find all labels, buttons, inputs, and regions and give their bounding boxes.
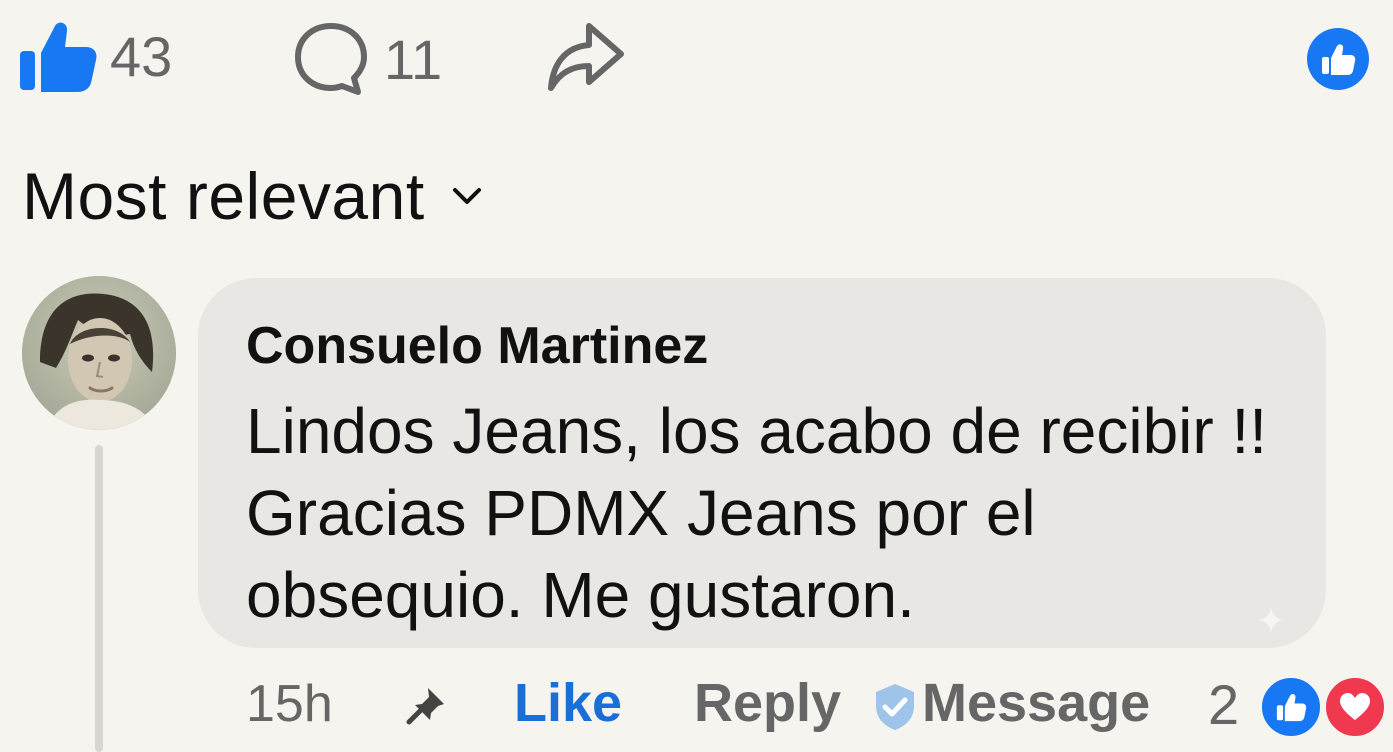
reaction-count[interactable]: 2 [1208, 672, 1239, 737]
comment-count: 11 [384, 27, 443, 91]
post-comment-button[interactable]: 11 [290, 18, 442, 100]
verified-shield-icon [872, 682, 918, 737]
like-count: 43 [110, 24, 173, 88]
comment-text: Lindos Jeans, los acabo de recibir !! Gr… [246, 395, 1268, 631]
comment-author[interactable]: Consuelo Martinez [246, 316, 708, 376]
comment-bubble[interactable]: Consuelo Martinez Lindos Jeans, los acab… [198, 278, 1326, 648]
like-reaction-badge-icon[interactable] [1307, 28, 1369, 90]
comment-bubble-icon [290, 18, 372, 100]
chevron-down-icon [451, 186, 483, 211]
pin-icon [404, 684, 452, 731]
post-share-button[interactable] [545, 20, 627, 94]
comment-like-button[interactable]: Like [514, 672, 622, 734]
sparkle-icon [1256, 605, 1286, 640]
like-reaction-icon[interactable] [1258, 674, 1324, 740]
comment-reply-button[interactable]: Reply [694, 672, 841, 734]
comment-sort-selector[interactable]: Most relevant [22, 158, 483, 234]
sort-label: Most relevant [22, 159, 425, 233]
love-reaction-icon[interactable] [1322, 674, 1388, 740]
share-arrow-icon [545, 20, 627, 94]
thumbs-up-icon [16, 18, 98, 94]
comment-footer: 15h Like Reply Message 2 [246, 670, 1393, 740]
comment-timestamp[interactable]: 15h [246, 674, 333, 734]
post-action-bar: 43 11 [0, 0, 1393, 110]
post-like-button[interactable]: 43 [16, 18, 172, 94]
avatar[interactable] [22, 276, 176, 430]
avatar-photo [22, 276, 176, 430]
comment-message-button[interactable]: Message [922, 672, 1150, 734]
thread-line [95, 445, 103, 752]
